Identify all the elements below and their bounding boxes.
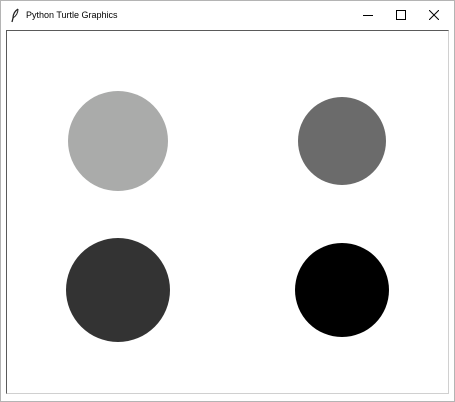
dot-top-right	[298, 97, 386, 185]
maximize-icon	[396, 10, 406, 20]
dot-bottom-left	[66, 238, 170, 342]
turtle-window: Python Turtle Graphics	[0, 0, 455, 402]
minimize-icon	[363, 15, 373, 16]
turtle-canvas-area[interactable]	[6, 30, 449, 394]
title-bar[interactable]: Python Turtle Graphics	[1, 1, 454, 30]
turtle-canvas[interactable]	[7, 31, 448, 393]
maximize-button[interactable]	[384, 1, 418, 30]
close-button[interactable]	[417, 1, 451, 30]
close-icon	[429, 10, 439, 20]
dot-bottom-right	[295, 243, 389, 337]
feather-icon	[10, 8, 20, 23]
minimize-button[interactable]	[351, 1, 385, 30]
dot-top-left	[68, 91, 168, 191]
window-title: Python Turtle Graphics	[26, 10, 118, 20]
